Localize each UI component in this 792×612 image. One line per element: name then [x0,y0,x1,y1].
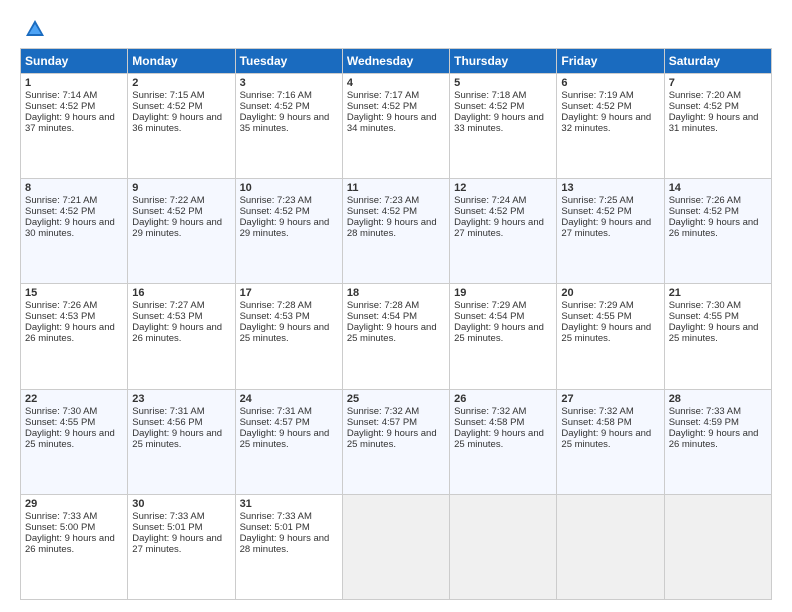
calendar-cell: 18Sunrise: 7:28 AMSunset: 4:54 PMDayligh… [342,284,449,389]
day-number: 31 [240,498,338,510]
day-number: 19 [454,287,552,299]
calendar-cell: 9Sunrise: 7:22 AMSunset: 4:52 PMDaylight… [128,179,235,284]
calendar-header-monday: Monday [128,49,235,74]
day-number: 12 [454,182,552,194]
day-number: 13 [561,182,659,194]
calendar-cell: 13Sunrise: 7:25 AMSunset: 4:52 PMDayligh… [557,179,664,284]
day-number: 1 [25,77,123,89]
calendar-cell: 31Sunrise: 7:33 AMSunset: 5:01 PMDayligh… [235,494,342,599]
day-number: 7 [669,77,767,89]
calendar-cell [342,494,449,599]
header [20,16,772,40]
calendar-cell: 12Sunrise: 7:24 AMSunset: 4:52 PMDayligh… [450,179,557,284]
day-number: 26 [454,393,552,405]
logo-icon [24,18,46,40]
day-number: 15 [25,287,123,299]
calendar-cell: 16Sunrise: 7:27 AMSunset: 4:53 PMDayligh… [128,284,235,389]
calendar-cell [664,494,771,599]
day-number: 29 [25,498,123,510]
calendar-cell: 8Sunrise: 7:21 AMSunset: 4:52 PMDaylight… [21,179,128,284]
calendar-cell: 5Sunrise: 7:18 AMSunset: 4:52 PMDaylight… [450,74,557,179]
calendar-week-row: 8Sunrise: 7:21 AMSunset: 4:52 PMDaylight… [21,179,772,284]
day-number: 16 [132,287,230,299]
day-number: 20 [561,287,659,299]
page: SundayMondayTuesdayWednesdayThursdayFrid… [0,0,792,612]
calendar-cell [557,494,664,599]
calendar-header-thursday: Thursday [450,49,557,74]
day-number: 9 [132,182,230,194]
calendar-cell: 7Sunrise: 7:20 AMSunset: 4:52 PMDaylight… [664,74,771,179]
day-number: 5 [454,77,552,89]
day-number: 27 [561,393,659,405]
calendar-header-wednesday: Wednesday [342,49,449,74]
calendar-header-row: SundayMondayTuesdayWednesdayThursdayFrid… [21,49,772,74]
calendar-header-sunday: Sunday [21,49,128,74]
calendar-cell: 10Sunrise: 7:23 AMSunset: 4:52 PMDayligh… [235,179,342,284]
calendar-week-row: 1Sunrise: 7:14 AMSunset: 4:52 PMDaylight… [21,74,772,179]
calendar-cell: 15Sunrise: 7:26 AMSunset: 4:53 PMDayligh… [21,284,128,389]
day-number: 23 [132,393,230,405]
logo [20,20,46,40]
day-number: 10 [240,182,338,194]
calendar-cell: 21Sunrise: 7:30 AMSunset: 4:55 PMDayligh… [664,284,771,389]
calendar-cell: 1Sunrise: 7:14 AMSunset: 4:52 PMDaylight… [21,74,128,179]
day-number: 25 [347,393,445,405]
calendar-cell: 11Sunrise: 7:23 AMSunset: 4:52 PMDayligh… [342,179,449,284]
day-number: 3 [240,77,338,89]
calendar-cell: 28Sunrise: 7:33 AMSunset: 4:59 PMDayligh… [664,389,771,494]
day-number: 21 [669,287,767,299]
calendar-cell: 19Sunrise: 7:29 AMSunset: 4:54 PMDayligh… [450,284,557,389]
day-number: 18 [347,287,445,299]
calendar-cell: 30Sunrise: 7:33 AMSunset: 5:01 PMDayligh… [128,494,235,599]
calendar-cell: 4Sunrise: 7:17 AMSunset: 4:52 PMDaylight… [342,74,449,179]
day-number: 28 [669,393,767,405]
calendar-cell: 14Sunrise: 7:26 AMSunset: 4:52 PMDayligh… [664,179,771,284]
day-number: 2 [132,77,230,89]
calendar-cell: 25Sunrise: 7:32 AMSunset: 4:57 PMDayligh… [342,389,449,494]
calendar-cell: 26Sunrise: 7:32 AMSunset: 4:58 PMDayligh… [450,389,557,494]
day-number: 30 [132,498,230,510]
calendar-cell: 17Sunrise: 7:28 AMSunset: 4:53 PMDayligh… [235,284,342,389]
day-number: 17 [240,287,338,299]
day-number: 22 [25,393,123,405]
calendar-cell: 20Sunrise: 7:29 AMSunset: 4:55 PMDayligh… [557,284,664,389]
calendar-table: SundayMondayTuesdayWednesdayThursdayFrid… [20,48,772,600]
calendar-cell: 24Sunrise: 7:31 AMSunset: 4:57 PMDayligh… [235,389,342,494]
calendar-cell: 2Sunrise: 7:15 AMSunset: 4:52 PMDaylight… [128,74,235,179]
calendar-cell [450,494,557,599]
calendar-week-row: 29Sunrise: 7:33 AMSunset: 5:00 PMDayligh… [21,494,772,599]
calendar-cell: 3Sunrise: 7:16 AMSunset: 4:52 PMDaylight… [235,74,342,179]
calendar-cell: 27Sunrise: 7:32 AMSunset: 4:58 PMDayligh… [557,389,664,494]
calendar-header-saturday: Saturday [664,49,771,74]
day-number: 14 [669,182,767,194]
day-number: 6 [561,77,659,89]
day-number: 4 [347,77,445,89]
calendar-cell: 29Sunrise: 7:33 AMSunset: 5:00 PMDayligh… [21,494,128,599]
calendar-week-row: 15Sunrise: 7:26 AMSunset: 4:53 PMDayligh… [21,284,772,389]
calendar-cell: 23Sunrise: 7:31 AMSunset: 4:56 PMDayligh… [128,389,235,494]
calendar-header-tuesday: Tuesday [235,49,342,74]
calendar-header-friday: Friday [557,49,664,74]
day-number: 24 [240,393,338,405]
day-number: 11 [347,182,445,194]
day-number: 8 [25,182,123,194]
calendar-week-row: 22Sunrise: 7:30 AMSunset: 4:55 PMDayligh… [21,389,772,494]
calendar-cell: 6Sunrise: 7:19 AMSunset: 4:52 PMDaylight… [557,74,664,179]
calendar-cell: 22Sunrise: 7:30 AMSunset: 4:55 PMDayligh… [21,389,128,494]
